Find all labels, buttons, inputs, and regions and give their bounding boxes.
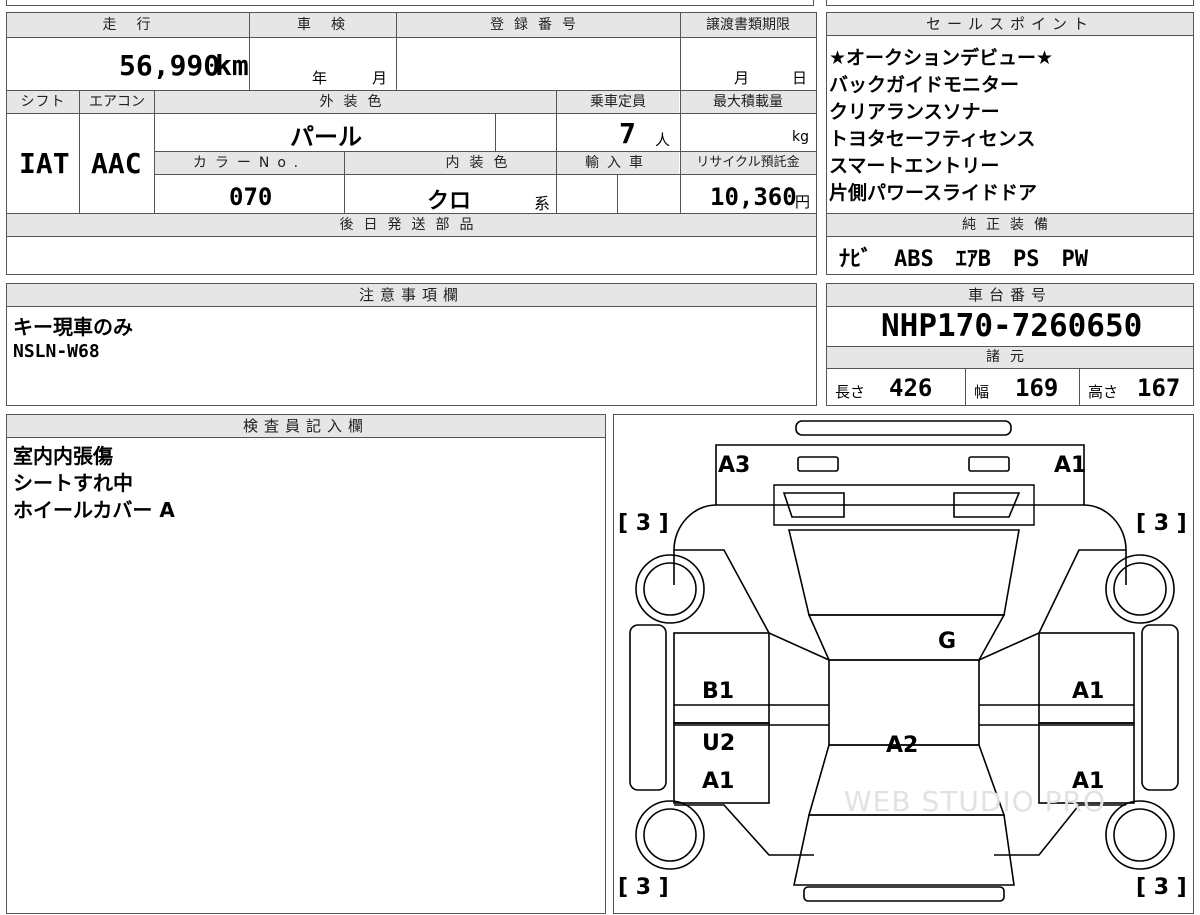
chassis-header: 車台番号 xyxy=(827,284,1193,307)
sales-point-item: スマートエントリー xyxy=(829,155,1000,177)
shaken-header: 車 検 xyxy=(249,13,396,37)
damage-diagram: A3 A1 [ 3 ] [ 3 ] G B1 A1 U2 A1 A1 A2 [ … xyxy=(613,414,1194,914)
sales-points-header: セールスポイント xyxy=(827,13,1193,36)
label-door-left-1: B1 xyxy=(702,679,735,704)
inspector-line: ホイールカバー A xyxy=(13,498,175,522)
chassis-number: NHP170-7260650 xyxy=(881,308,1143,344)
sales-point-item: トヨタセーフティセンス xyxy=(829,128,1036,150)
inspector-box: 検査員記入欄 室内内張傷 シートすれ中 ホイールカバー A xyxy=(6,414,606,914)
shift-header: シフト xyxy=(7,91,79,113)
import-header: 輸入車 xyxy=(557,152,679,174)
max-load-unit: kg xyxy=(792,129,809,145)
capacity-header: 乗車定員 xyxy=(557,91,679,113)
capacity-value: 7 xyxy=(619,117,636,150)
capacity-unit: 人 xyxy=(655,131,671,149)
length-label: 長さ xyxy=(835,383,866,401)
aircon-header: エアコン xyxy=(80,91,154,113)
label-door-left-2: U2 xyxy=(702,731,736,756)
car-outline xyxy=(629,420,1179,902)
recycle-header: リサイクル預託金 xyxy=(680,152,816,174)
sales-points-box: セールスポイント ★オークションデビュー★ バックガイドモニター クリアランスソ… xyxy=(826,12,1194,275)
watermark: WEB STUDIO PRO xyxy=(844,785,1106,818)
sales-point-item: バックガイドモニター xyxy=(829,74,1020,96)
label-roof: A2 xyxy=(886,733,919,758)
length-value: 426 xyxy=(889,374,933,402)
sales-point-item: 片側パワースライドドア xyxy=(829,182,1038,204)
interior-color-suffix: 系 xyxy=(534,194,551,213)
specs-header: 諸元 xyxy=(827,347,1193,368)
height-label: 高さ xyxy=(1088,383,1119,401)
registration-header: 登録番号 xyxy=(396,13,680,37)
max-load-header: 最大積載量 xyxy=(680,91,816,113)
sales-point-item: ★オークションデビュー★ xyxy=(829,47,1054,69)
transfer-month: 月 xyxy=(734,69,750,87)
vehicle-info-table: 走 行 車 検 登録番号 譲渡書類期限 56,990 km 年 月 月 日 シフ… xyxy=(6,12,817,275)
label-rear-right: A1 xyxy=(1054,453,1087,478)
label-tire-front-left: [ 3 ] xyxy=(618,875,669,900)
notes-box: 注意事項欄 キー現車のみ NSLN-W68 xyxy=(6,283,817,406)
label-tire-front-right: [ 3 ] xyxy=(1136,875,1187,900)
aircon-value: AAC xyxy=(91,147,142,180)
transfer-day: 日 xyxy=(792,69,808,87)
exterior-color-header: 外装色 xyxy=(155,91,556,113)
inspector-line: 室内内張傷 xyxy=(13,444,113,468)
label-rear-left: A3 xyxy=(718,453,751,478)
genuine-equipment-header: 純正装備 xyxy=(827,214,1193,236)
sales-point-item: クリアランスソナー xyxy=(829,101,1000,123)
shift-value: IAT xyxy=(19,147,70,180)
label-tire-rear-left: [ 3 ] xyxy=(618,511,669,536)
top-strip xyxy=(6,0,814,6)
note-line: NSLN-W68 xyxy=(13,341,100,362)
interior-color-value: クロ xyxy=(427,189,472,214)
notes-lines: キー現車のみ NSLN-W68 xyxy=(13,314,133,363)
top-strip-right xyxy=(826,0,1194,6)
height-value: 167 xyxy=(1137,374,1181,402)
color-no-header: カラーNo. xyxy=(155,152,344,174)
transfer-header: 譲渡書類期限 xyxy=(680,13,816,37)
width-value: 169 xyxy=(1015,374,1059,402)
label-tire-rear-right: [ 3 ] xyxy=(1136,511,1187,536)
exterior-color-value: パール xyxy=(290,123,362,151)
mileage-value: 56,990 xyxy=(119,49,221,82)
label-door-right-1: A1 xyxy=(1072,679,1105,704)
shaken-month: 月 xyxy=(372,69,388,87)
inspector-line: シートすれ中 xyxy=(13,471,133,495)
sales-points-list: ★オークションデビュー★ バックガイドモニター クリアランスソナー トヨタセーフ… xyxy=(827,45,1053,207)
notes-header: 注意事項欄 xyxy=(7,284,816,307)
later-parts-header: 後日発送部品 xyxy=(7,214,816,236)
width-label: 幅 xyxy=(974,383,990,401)
inspector-lines: 室内内張傷 シートすれ中 ホイールカバー A xyxy=(13,443,175,524)
note-line: キー現車のみ xyxy=(13,315,133,339)
label-windshield: G xyxy=(938,629,957,654)
recycle-value: 10,360 xyxy=(710,183,797,211)
shaken-year: 年 xyxy=(312,69,328,87)
genuine-equipment-value: ﾅﾋﾞ ABS ｴｱB PS PW xyxy=(839,247,1088,272)
label-door-left-3: A1 xyxy=(702,769,735,794)
mileage-unit: km xyxy=(215,49,249,82)
inspector-header: 検査員記入欄 xyxy=(7,415,605,438)
recycle-unit: 円 xyxy=(795,193,811,211)
mileage-header: 走 行 xyxy=(7,13,249,37)
chassis-box: 車台番号 NHP170-7260650 諸元 長さ 426 幅 169 高さ 1… xyxy=(826,283,1194,406)
color-no-value: 070 xyxy=(229,183,273,211)
